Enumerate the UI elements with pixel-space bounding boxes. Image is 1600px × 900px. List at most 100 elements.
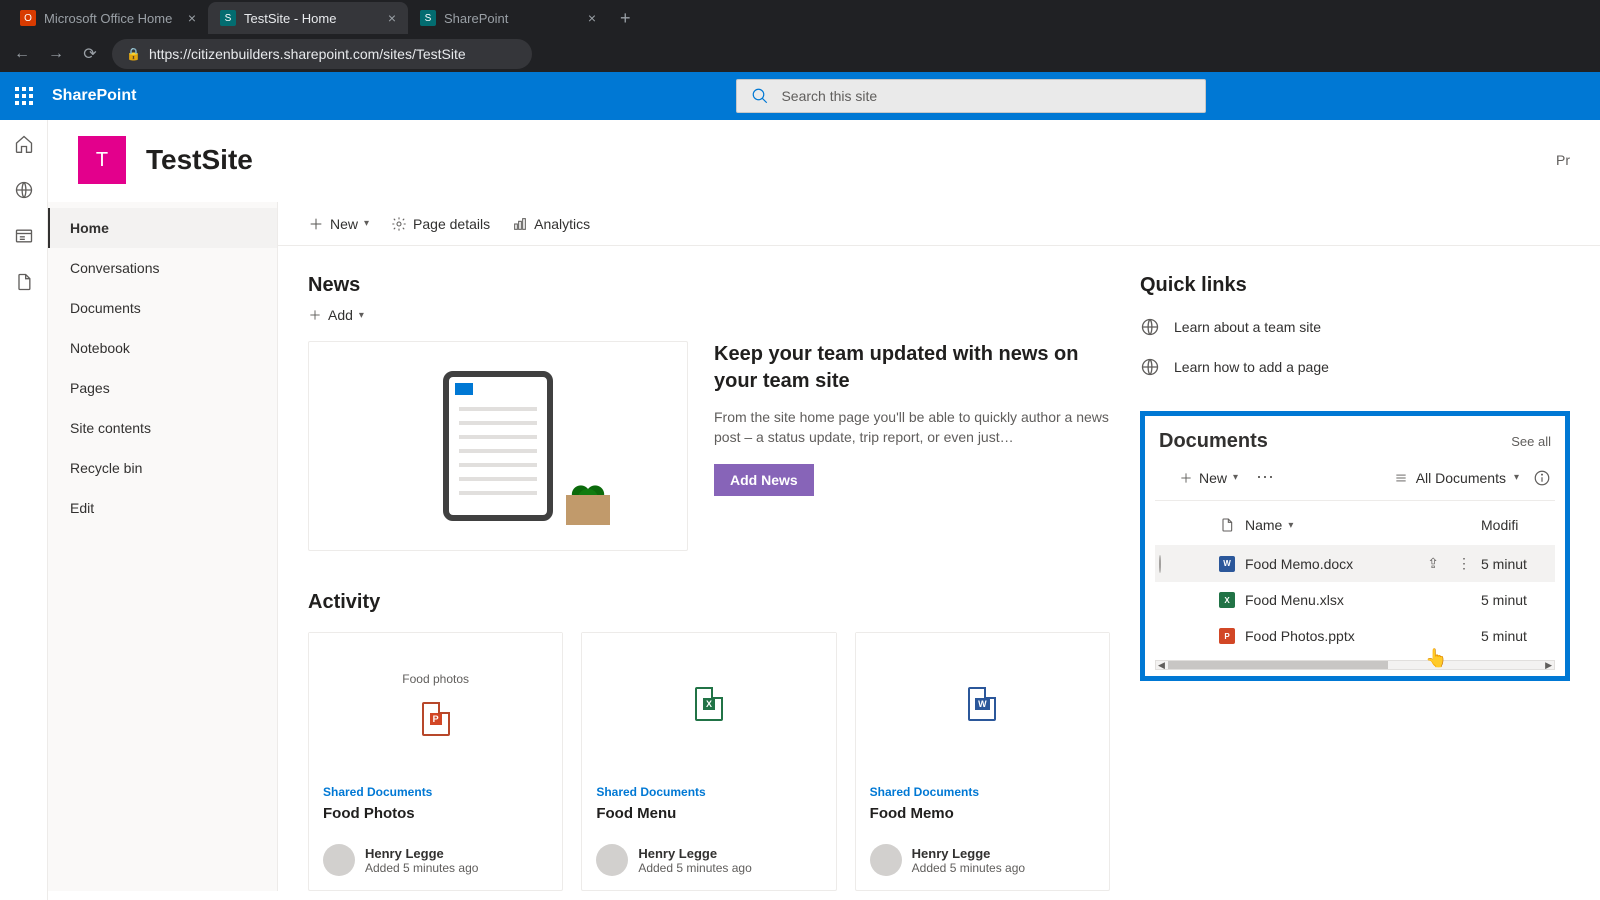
suite-bar: SharePoint Search this site — [0, 72, 1600, 120]
select-radio[interactable] — [1159, 555, 1161, 573]
user-name: Henry Legge — [912, 846, 1025, 861]
file-type-column-icon[interactable] — [1219, 517, 1235, 533]
plus-icon — [1179, 471, 1193, 485]
chevron-down-icon: ▾ — [364, 218, 369, 229]
analytics-button[interactable]: Analytics — [512, 216, 590, 232]
quicklink-add-page[interactable]: Learn how to add a page — [1140, 347, 1570, 387]
activity-timestamp: Added 5 minutes ago — [638, 861, 751, 875]
browser-tab-testsite[interactable]: S TestSite - Home × — [208, 2, 408, 34]
nav-notebook[interactable]: Notebook — [48, 328, 277, 368]
site-header: T TestSite Pr — [48, 120, 1600, 202]
modified-time: 5 minut — [1481, 592, 1551, 608]
info-icon[interactable] — [1533, 469, 1551, 487]
scroll-right-icon[interactable]: ▶ — [1545, 660, 1552, 671]
office-favicon: O — [20, 10, 36, 26]
document-row[interactable]: P Food Photos.pptx 5 minut — [1155, 618, 1555, 654]
avatar — [323, 844, 355, 876]
nav-recycle-bin[interactable]: Recycle bin — [48, 448, 277, 488]
news-heading: News — [308, 274, 1110, 297]
globe-icon — [1140, 357, 1160, 377]
globe-icon[interactable] — [14, 180, 34, 200]
scrollbar-thumb[interactable] — [1168, 661, 1388, 669]
quicklink-label: Learn about a team site — [1174, 319, 1321, 335]
command-bar: New ▾ Page details Analytics — [278, 202, 1600, 246]
modified-column-header[interactable]: Modifi — [1481, 517, 1551, 533]
quicklink-learn-team-site[interactable]: Learn about a team site — [1140, 307, 1570, 347]
document-row[interactable]: W Food Memo.docx ⇪⋮ 5 minut — [1155, 545, 1555, 582]
browser-chrome: O Microsoft Office Home × S TestSite - H… — [0, 0, 1600, 72]
search-icon — [751, 87, 769, 105]
back-icon[interactable]: ← — [10, 45, 34, 63]
nav-home[interactable]: Home — [48, 208, 277, 248]
view-selector[interactable]: All Documents ▾ — [1394, 470, 1519, 486]
address-bar[interactable]: 🔒 https://citizenbuilders.sharepoint.com… — [112, 39, 532, 69]
app-launcher-icon[interactable] — [0, 72, 48, 120]
address-row: ← → ⟳ 🔒 https://citizenbuilders.sharepoi… — [0, 36, 1600, 72]
browser-tab-office[interactable]: O Microsoft Office Home × — [8, 2, 208, 34]
activity-card[interactable]: Food photos P Shared Documents Food Phot… — [308, 632, 563, 891]
sharepoint-favicon: S — [220, 10, 236, 26]
chevron-down-icon: ▾ — [359, 310, 364, 321]
close-icon[interactable]: × — [388, 10, 396, 26]
ppt-file-icon: P — [1219, 628, 1235, 644]
news-add-button[interactable]: Add ▾ — [308, 307, 364, 323]
close-icon[interactable]: × — [188, 10, 196, 26]
page-details-button[interactable]: Page details — [391, 216, 490, 232]
search-placeholder: Search this site — [781, 88, 877, 104]
horizontal-scrollbar[interactable]: ◀ ▶ — [1155, 660, 1555, 670]
documents-columns: Name▾ Modifi — [1155, 501, 1555, 545]
add-label: Add — [328, 307, 353, 323]
user-name: Henry Legge — [638, 846, 751, 861]
reload-icon[interactable]: ⟳ — [78, 44, 102, 64]
more-actions-button[interactable]: ⋯ — [1256, 467, 1276, 488]
chart-icon — [512, 216, 528, 232]
close-icon[interactable]: × — [588, 10, 596, 26]
more-icon[interactable]: ⋮ — [1457, 555, 1471, 572]
chevron-down-icon: ▾ — [1233, 472, 1238, 483]
forward-icon[interactable]: → — [44, 45, 68, 63]
file-name[interactable]: Food Menu.xlsx — [1245, 592, 1481, 608]
see-all-link[interactable]: See all — [1511, 434, 1551, 449]
site-logo[interactable]: T — [78, 136, 126, 184]
suite-product-name[interactable]: SharePoint — [48, 87, 136, 105]
new-tab-button[interactable]: + — [608, 8, 643, 29]
scroll-left-icon[interactable]: ◀ — [1158, 660, 1165, 671]
gear-icon — [391, 216, 407, 232]
file-name[interactable]: Food Photos.pptx — [1245, 628, 1481, 644]
new-label: New — [1199, 470, 1227, 486]
chevron-down-icon: ▾ — [1288, 520, 1293, 531]
analytics-label: Analytics — [534, 216, 590, 232]
xls-file-icon: X — [695, 687, 723, 721]
add-news-button[interactable]: Add News — [714, 464, 814, 496]
browser-tab-sharepoint[interactable]: S SharePoint × — [408, 2, 608, 34]
news-icon[interactable] — [14, 226, 34, 246]
tab-title: TestSite - Home — [244, 11, 336, 26]
site-title[interactable]: TestSite — [146, 144, 253, 176]
card-preview: Food photos P — [309, 633, 562, 775]
card-library[interactable]: Shared Documents — [323, 785, 548, 799]
nav-pages[interactable]: Pages — [48, 368, 277, 408]
nav-documents[interactable]: Documents — [48, 288, 277, 328]
activity-card[interactable]: W Shared Documents Food Memo Henry Legge… — [855, 632, 1110, 891]
documents-new-button[interactable]: New ▾ — [1179, 470, 1238, 486]
file-name[interactable]: Food Memo.docx — [1245, 556, 1427, 572]
card-library[interactable]: Shared Documents — [870, 785, 1095, 799]
nav-site-contents[interactable]: Site contents — [48, 408, 277, 448]
nav-conversations[interactable]: Conversations — [48, 248, 277, 288]
globe-icon — [1140, 317, 1160, 337]
activity-card[interactable]: X Shared Documents Food Menu Henry Legge… — [581, 632, 836, 891]
files-icon[interactable] — [14, 272, 34, 292]
nav-edit[interactable]: Edit — [48, 488, 277, 528]
new-button[interactable]: New ▾ — [308, 216, 369, 232]
card-preview: W — [856, 633, 1109, 775]
card-library[interactable]: Shared Documents — [596, 785, 821, 799]
search-box[interactable]: Search this site — [736, 79, 1206, 113]
left-nav: Home Conversations Documents Notebook Pa… — [48, 202, 278, 891]
home-icon[interactable] — [14, 134, 34, 154]
document-row[interactable]: X Food Menu.xlsx 5 minut — [1155, 582, 1555, 618]
share-icon[interactable]: ⇪ — [1427, 555, 1439, 572]
name-column-header[interactable]: Name▾ — [1245, 517, 1481, 533]
app-rail — [0, 120, 48, 900]
activity-timestamp: Added 5 minutes ago — [912, 861, 1025, 875]
sharepoint-favicon: S — [420, 10, 436, 26]
